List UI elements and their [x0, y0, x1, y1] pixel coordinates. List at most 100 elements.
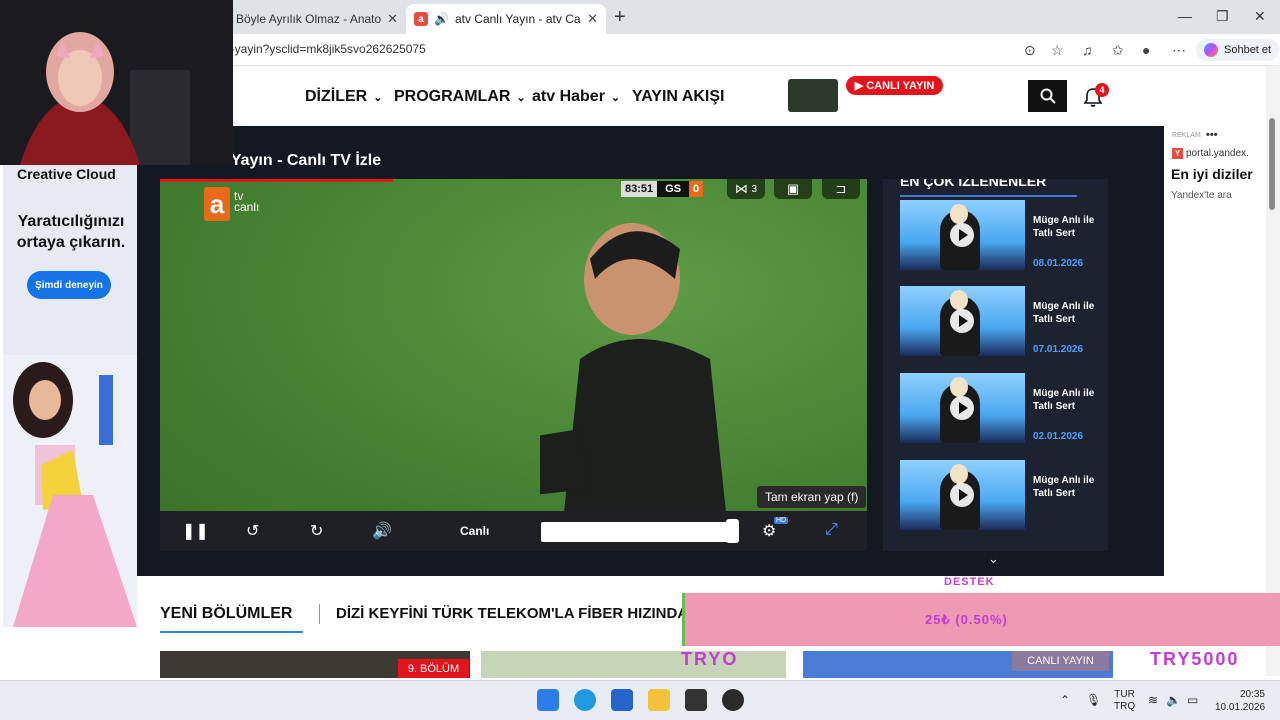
lang-top: TUR [1114, 689, 1135, 700]
item-date: 08.01.2026 [1033, 258, 1084, 269]
seek-bar[interactable] [541, 522, 739, 542]
video-thumbnail[interactable] [900, 200, 1025, 270]
team-score: 0 [689, 181, 704, 197]
scrollbar-thumb[interactable] [1269, 118, 1275, 210]
play-icon[interactable] [950, 396, 974, 420]
scroll-down-chevron-icon[interactable]: ⌄ [988, 551, 999, 567]
list-item[interactable]: Müge Anlı ile Tatlı Sert 08.01.2026 [900, 200, 1100, 270]
donation-amount: 25₺ (0.50%) [925, 612, 1008, 627]
tab-active[interactable]: a 🔊 atv Canlı Yayın - atv Canlı İzle ✕ [406, 4, 606, 34]
copilot-icon [1204, 43, 1218, 57]
reader-icon[interactable]: ⊙ [1024, 42, 1036, 59]
file-explorer-icon[interactable] [648, 689, 670, 711]
chevron-down-icon: ⌄ [373, 92, 383, 104]
team-name: GS [657, 181, 690, 197]
play-icon[interactable] [950, 223, 974, 247]
item-title[interactable]: Müge Anlı ile Tatlı Sert [1033, 214, 1103, 240]
volume-icon[interactable]: 🔊 [372, 521, 392, 541]
pip-button[interactable]: ▣ [774, 179, 812, 199]
store-icon[interactable] [611, 689, 633, 711]
right-advertisement[interactable]: REKLAM ••• Yportal.yandex. En iyi dizile… [1164, 126, 1266, 266]
play-icon[interactable] [950, 309, 974, 333]
maximize-icon[interactable]: ❐ [1216, 8, 1229, 25]
play-icon[interactable] [950, 483, 974, 507]
wifi-icon[interactable]: ≋ [1148, 693, 1158, 707]
chevron-up-icon[interactable]: ⌃ [1060, 693, 1070, 707]
speaker-icon[interactable]: 🔊 [434, 12, 449, 26]
ad-cta-button[interactable]: Şimdi deneyin [27, 271, 111, 299]
close-tab-icon[interactable]: ✕ [587, 11, 598, 27]
section-title[interactable]: YENİ BÖLÜMLER [160, 605, 292, 623]
seek-handle[interactable] [726, 519, 739, 543]
logo-canli: canlı [234, 200, 260, 214]
new-tab-icon[interactable]: + [614, 6, 626, 29]
ad-headline: Yaratıcılığınızı ortaya çıkarın. [16, 213, 126, 251]
edge-icon[interactable] [574, 689, 596, 711]
search-button[interactable] [1028, 80, 1067, 112]
atv-logo-text: tv canlı [234, 190, 260, 214]
video-player[interactable]: a tv canlı 83:51 GS 0 ⋈ 3 ▣ ⊐ Tam ekran y… [160, 179, 867, 551]
atv-logo: a [204, 187, 230, 221]
video-thumbnail[interactable] [900, 373, 1025, 443]
episode-card[interactable] [481, 651, 786, 678]
favorite-star-icon[interactable]: ☆ [1051, 42, 1064, 59]
left-advertisement[interactable]: Creative Cloud Yaratıcılığınızı ortaya ç… [3, 165, 137, 627]
rewind-10-icon[interactable]: ↺ [246, 521, 259, 541]
more-menu-icon[interactable]: ⋯ [1172, 42, 1186, 59]
share-count: 3 [751, 183, 758, 195]
live-thumbnail[interactable] [788, 79, 838, 112]
language-indicator[interactable]: TUR TRQ [1114, 689, 1135, 713]
video-thumbnail[interactable] [900, 286, 1025, 356]
chevron-down-icon: ⌄ [516, 92, 526, 104]
forward-10-icon[interactable]: ↻ [310, 521, 323, 541]
minimize-icon[interactable]: — [1178, 8, 1192, 24]
profile-icon[interactable]: ● [1142, 42, 1150, 58]
lang-bottom: TRQ [1114, 701, 1136, 712]
url-field[interactable]: i-yayin?ysclid=mk8jik5svo262625075 [228, 42, 426, 56]
item-title[interactable]: Müge Anlı ile Tatlı Sert [1033, 474, 1103, 500]
live-badge: CANLI YAYIN [1012, 651, 1109, 671]
cast-button[interactable]: ⊐ [822, 179, 860, 199]
list-item[interactable]: Müge Anlı ile Tatlı Sert 07.01.2026 [900, 286, 1100, 356]
start-icon[interactable] [537, 689, 559, 711]
nav-programlar[interactable]: PROGRAMLAR ⌄ [394, 88, 526, 106]
most-watched-panel: EN ÇOK İZLENENLER Müge Anlı ile Tatlı Se… [883, 179, 1108, 551]
copilot-label: Sohbet et [1224, 44, 1272, 56]
item-title[interactable]: Müge Anlı ile Tatlı Sert [1033, 387, 1103, 413]
copilot-button[interactable]: Sohbet et [1196, 39, 1280, 61]
episode-badge: 9. BÖLÜM [398, 659, 469, 678]
cast-icon: ⊐ [835, 181, 847, 196]
terminal-icon[interactable] [685, 689, 707, 711]
item-title[interactable]: Müge Anlı ile Tatlı Sert [1033, 300, 1103, 326]
close-tab-icon[interactable]: ✕ [387, 11, 398, 27]
divider [319, 604, 320, 624]
favorites-icon[interactable]: ✩ [1112, 42, 1124, 59]
microphone-icon[interactable]: 🎙 [1086, 693, 1101, 707]
video-thumbnail[interactable] [900, 460, 1025, 530]
section-underline [160, 631, 303, 633]
nav-atv-haber[interactable]: atv Haber ⌄ [532, 88, 620, 106]
close-window-icon[interactable]: ✕ [1254, 8, 1266, 25]
hd-badge: HD [774, 517, 789, 524]
live-broadcast-button[interactable]: ▶ CANLI YAYIN [846, 76, 943, 95]
nav-yayin-akisi[interactable]: YAYIN AKIŞI [632, 88, 724, 106]
pause-icon[interactable]: ❚❚ [182, 521, 209, 541]
extensions-icon[interactable]: ♫ [1082, 42, 1093, 58]
settings-gear-icon[interactable]: ⚙ [762, 521, 776, 541]
ad-title[interactable]: En iyi diziler [1171, 166, 1253, 182]
obs-icon[interactable] [722, 689, 744, 711]
volume-icon[interactable]: 🔈 [1166, 693, 1181, 707]
windows-taskbar: ⌃ 🎙 TUR TRQ ≋ 🔈 ▭ 20:35 10.01.2026 [0, 680, 1280, 720]
search-icon [1040, 88, 1056, 104]
ad-options-icon[interactable]: ••• [1206, 129, 1218, 141]
list-item[interactable]: Müge Anlı ile Tatlı Sert [900, 460, 1100, 530]
scoreboard: 83:51 GS 0 [621, 181, 704, 197]
list-item[interactable]: Müge Anlı ile Tatlı Sert 02.01.2026 [900, 373, 1100, 443]
fullscreen-icon[interactable]: ⤢ [825, 521, 838, 539]
nav-diziler[interactable]: DİZİLER ⌄ [305, 88, 382, 106]
ad-source: Yportal.yandex. [1172, 148, 1249, 159]
clock[interactable]: 20:35 10.01.2026 [1215, 688, 1265, 714]
battery-icon[interactable]: ▭ [1187, 693, 1198, 707]
share-button[interactable]: ⋈ 3 [727, 179, 765, 199]
tab-inactive[interactable]: Böyle Ayrılık Olmaz - Anatolian Psy ✕ [228, 4, 406, 34]
